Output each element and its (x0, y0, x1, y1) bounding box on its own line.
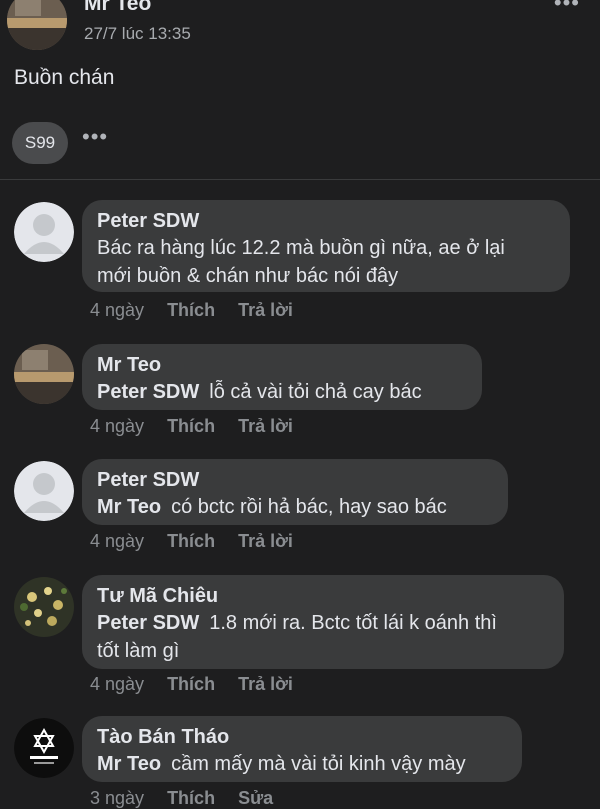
like-button[interactable]: Thích (167, 300, 215, 320)
default-avatar-icon[interactable] (14, 202, 74, 262)
comment-bubble[interactable]: Tào Bán Tháo Mr Teo cầm mấy mà vài tỏi ki… (82, 716, 522, 782)
comment-actions: 3 ngày Thích Sửa (90, 788, 291, 809)
comment-text-line: Bác ra hàng lúc 12.2 mà buồn gì nữa, ae … (97, 237, 505, 259)
reply-button[interactable]: Trả lời (238, 416, 293, 436)
comment-text-line: Peter SDW 1.8 mới ra. Bctc tốt lái k oánh… (97, 609, 550, 637)
flowers-avatar-icon[interactable] (14, 577, 74, 637)
reply-button[interactable]: Trả lời (238, 300, 293, 320)
reaction-chip[interactable]: S99 (12, 122, 68, 164)
like-button[interactable]: Thích (167, 674, 215, 694)
star-logo-avatar-icon[interactable] (14, 718, 74, 778)
like-button[interactable]: Thích (167, 531, 215, 551)
mention-tag[interactable]: Peter SDW (97, 612, 199, 634)
comment-text: có bctc rồi hả bác, hay sao bác (171, 496, 447, 518)
comment-text-line: Mr Teo cầm mấy mà vài tỏi kinh vậy mày (97, 750, 508, 778)
comment-time: 4 ngày (90, 300, 145, 320)
comment-text-line: Peter SDW lỗ cả vài tỏi chả cay bác (97, 378, 468, 406)
comment-actions: 4 ngày Thích Trả lời (90, 674, 311, 695)
comment-text-line: Mr Teo có bctc rồi hả bác, hay sao bác (97, 493, 494, 521)
reply-button[interactable]: Trả lời (238, 674, 293, 694)
mention-tag[interactable]: Mr Teo (97, 753, 161, 775)
edit-button[interactable]: Sửa (238, 788, 273, 808)
comment-time: 4 ngày (90, 674, 145, 694)
comment-actions: 4 ngày Thích Trả lời (90, 300, 311, 321)
like-button[interactable]: Thích (167, 416, 215, 436)
divider (0, 179, 600, 180)
comment-author[interactable]: Tư Mã Chiêu (97, 583, 550, 609)
comment-author[interactable]: Peter SDW (97, 208, 556, 234)
post-author-avatar[interactable] (7, 0, 67, 50)
ellipsis-icon[interactable]: ••• (82, 124, 108, 150)
comment-author[interactable]: Tào Bán Tháo (97, 724, 508, 750)
post-text: Buồn chán (14, 66, 115, 89)
more-options-icon[interactable]: ••• (554, 0, 580, 16)
comment-time: 4 ngày (90, 416, 145, 436)
comment-author[interactable]: Mr Teo (97, 352, 468, 378)
comment-author[interactable]: Peter SDW (97, 467, 494, 493)
comment-text-line: tốt làm gì (97, 640, 180, 662)
comment-text: lỗ cả vài tỏi chả cay bác (209, 381, 422, 403)
comment-text-line: mới buồn & chán như bác nói đây (97, 265, 399, 287)
comment-text: 1.8 mới ra. Bctc tốt lái k oánh thì (209, 612, 497, 634)
comment-text: cầm mấy mà vài tỏi kinh vậy mày (171, 753, 466, 775)
comment-bubble[interactable]: Tư Mã Chiêu Peter SDW 1.8 mới ra. Bctc tố… (82, 575, 564, 669)
post-author-name[interactable]: Mr Teo (84, 0, 151, 16)
mention-tag[interactable]: Peter SDW (97, 381, 199, 403)
comment-bubble[interactable]: Mr Teo Peter SDW lỗ cả vài tỏi chả cay bá… (82, 344, 482, 410)
comment-bubble[interactable]: Peter SDW Mr Teo có bctc rồi hả bác, hay … (82, 459, 508, 525)
comment-time: 3 ngày (90, 788, 145, 808)
mention-tag[interactable]: Mr Teo (97, 496, 161, 518)
comment-actions: 4 ngày Thích Trả lời (90, 531, 311, 552)
reply-button[interactable]: Trả lời (238, 531, 293, 551)
comment-bubble[interactable]: Peter SDW Bác ra hàng lúc 12.2 mà buồn g… (82, 200, 570, 292)
comment-actions: 4 ngày Thích Trả lời (90, 416, 311, 437)
post-timestamp[interactable]: 27/7 lúc 13:35 (84, 24, 191, 44)
default-avatar-icon[interactable] (14, 461, 74, 521)
comment-time: 4 ngày (90, 531, 145, 551)
like-button[interactable]: Thích (167, 788, 215, 808)
post-header: Mr Teo 27/7 lúc 13:35 ••• (0, 0, 600, 60)
room-photo-avatar-icon[interactable] (14, 344, 74, 404)
